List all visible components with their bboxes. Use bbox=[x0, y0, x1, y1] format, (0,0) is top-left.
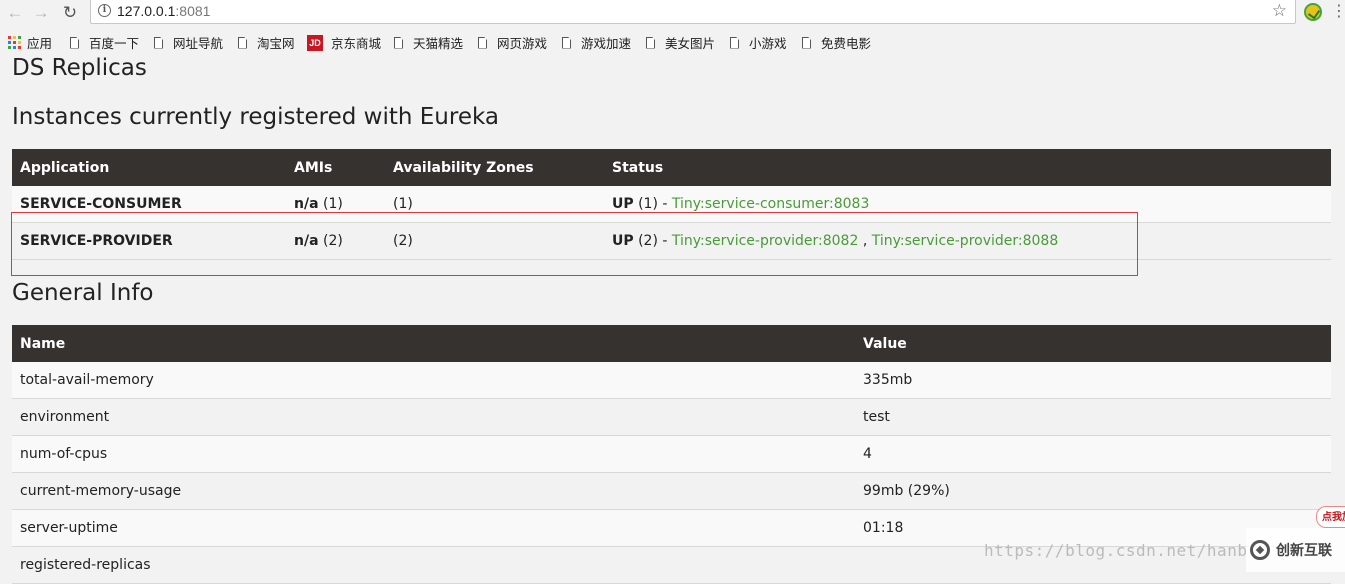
ds-replicas-heading: DS Replicas bbox=[12, 55, 147, 81]
floating-badge[interactable]: 点我加 bbox=[1316, 506, 1345, 528]
table-header-row: Name Value bbox=[12, 325, 1331, 362]
info-name: server-uptime bbox=[12, 509, 855, 547]
url-text[interactable]: 127.0.0.1:8081 bbox=[117, 3, 210, 19]
apps-grid-icon bbox=[8, 36, 21, 49]
bookmark-star-icon[interactable]: ☆ bbox=[1272, 1, 1287, 21]
bookmark-item[interactable]: 天猫精选 bbox=[394, 33, 463, 52]
info-value: test bbox=[855, 398, 1331, 436]
menu-icon[interactable]: ⋮ bbox=[1331, 3, 1345, 21]
table-row: current-memory-usage 99mb (29%) bbox=[12, 472, 1331, 510]
info-name: registered-replicas bbox=[12, 546, 855, 584]
bookmark-item[interactable]: 网址导航 bbox=[154, 33, 223, 52]
bookmark-item[interactable]: 美女图片 bbox=[646, 33, 715, 52]
instance-link[interactable]: Tiny:service-consumer:8083 bbox=[672, 196, 869, 212]
bookmark-apps[interactable]: 应用 bbox=[8, 33, 52, 52]
instance-link[interactable]: Tiny:service-provider:8088 bbox=[872, 233, 1059, 249]
table-row: SERVICE-PROVIDER n/a (2) (2) UP (2) - Ti… bbox=[12, 222, 1331, 260]
bookmark-item[interactable]: 游戏加速 bbox=[562, 33, 631, 52]
table-header-row: Application AMIs Availability Zones Stat… bbox=[12, 149, 1331, 186]
browser-toolbar: ← → ↻ i 127.0.0.1:8081 ☆ ⋮ bbox=[0, 0, 1345, 26]
instance-link[interactable]: Tiny:service-provider:8082 bbox=[672, 233, 859, 249]
info-name: current-memory-usage bbox=[12, 472, 855, 510]
table-row: SERVICE-CONSUMER n/a (1) (1) UP (1) - Ti… bbox=[12, 186, 1331, 223]
page-icon bbox=[802, 36, 811, 49]
general-info-heading: General Info bbox=[12, 280, 154, 306]
back-arrow-icon[interactable]: ← bbox=[4, 2, 26, 24]
info-name: environment bbox=[12, 398, 855, 436]
info-name: num-of-cpus bbox=[12, 435, 855, 473]
application-name: SERVICE-CONSUMER bbox=[12, 186, 286, 223]
extension-icon[interactable] bbox=[1304, 3, 1322, 21]
watermark-text: https://blog.csdn.net/hanb bbox=[984, 541, 1248, 560]
logo-icon bbox=[1250, 540, 1270, 560]
info-value: 335mb bbox=[855, 362, 1331, 399]
status-cell: UP (2) - Tiny:service-provider:8082 , Ti… bbox=[604, 222, 1331, 260]
page-icon bbox=[154, 36, 163, 49]
instances-heading: Instances currently registered with Eure… bbox=[12, 104, 499, 130]
column-header: Value bbox=[855, 325, 1331, 362]
column-header: Application bbox=[12, 149, 286, 186]
page-icon bbox=[238, 36, 247, 49]
instances-table: Application AMIs Availability Zones Stat… bbox=[12, 149, 1331, 260]
watermark-logo: 创新互联 bbox=[1246, 528, 1345, 572]
bookmark-item[interactable]: 小游戏 bbox=[730, 33, 787, 52]
amis-cell: n/a (2) bbox=[286, 222, 385, 260]
table-row: total-avail-memory 335mb bbox=[12, 362, 1331, 399]
page-icon bbox=[478, 36, 487, 49]
jd-logo-icon: JD bbox=[307, 34, 323, 51]
table-row: num-of-cpus 4 bbox=[12, 435, 1331, 473]
zones-cell: (2) bbox=[385, 222, 604, 260]
info-icon[interactable]: i bbox=[98, 4, 111, 17]
table-row: environment test bbox=[12, 398, 1331, 436]
info-name: total-avail-memory bbox=[12, 362, 855, 399]
bookmarks-bar: 应用 百度一下 网址导航 淘宝网 JD 京东商城 天猫精选 网页游戏 游戏加速 美… bbox=[0, 27, 1345, 55]
address-bar[interactable]: i 127.0.0.1:8081 ☆ bbox=[90, 0, 1296, 24]
column-header: Name bbox=[12, 325, 855, 362]
info-value: 99mb (29%) bbox=[855, 472, 1331, 510]
page-icon bbox=[730, 36, 739, 49]
status-cell: UP (1) - Tiny:service-consumer:8083 bbox=[604, 186, 1331, 223]
page-icon bbox=[562, 36, 571, 49]
application-name: SERVICE-PROVIDER bbox=[12, 222, 286, 260]
zones-cell: (1) bbox=[385, 186, 604, 223]
bookmark-item[interactable]: JD 京东商城 bbox=[307, 33, 381, 52]
page-icon bbox=[646, 36, 655, 49]
page-icon bbox=[70, 36, 79, 49]
reload-icon[interactable]: ↻ bbox=[59, 2, 81, 24]
column-header: Availability Zones bbox=[385, 149, 604, 186]
bookmark-item[interactable]: 免费电影 bbox=[802, 33, 871, 52]
bookmark-item[interactable]: 淘宝网 bbox=[238, 33, 295, 52]
forward-arrow-icon[interactable]: → bbox=[30, 2, 52, 24]
info-value: 4 bbox=[855, 435, 1331, 473]
bookmark-item[interactable]: 网页游戏 bbox=[478, 33, 547, 52]
column-header: Status bbox=[604, 149, 1331, 186]
column-header: AMIs bbox=[286, 149, 385, 186]
bookmark-item[interactable]: 百度一下 bbox=[70, 33, 139, 52]
page-icon bbox=[394, 36, 403, 49]
amis-cell: n/a (1) bbox=[286, 186, 385, 223]
